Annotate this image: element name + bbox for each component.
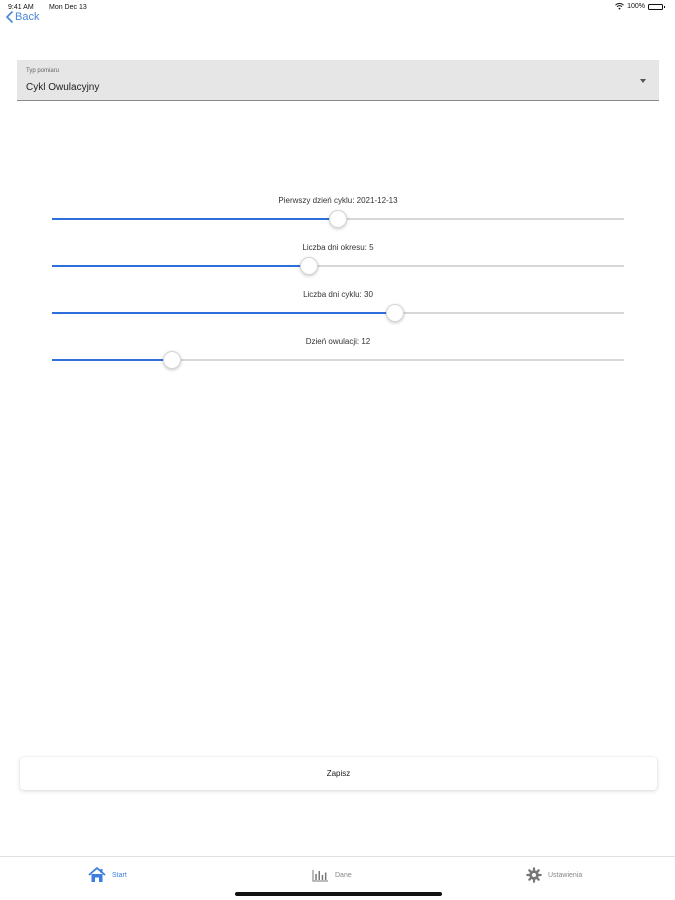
first-cycle-day-slider-block: Pierwszy dzień cyklu: 2021-12-13	[52, 196, 624, 228]
tab-ustawienia[interactable]: Ustawienia	[526, 866, 582, 884]
home-indicator	[235, 892, 442, 896]
tab-ustawienia-label: Ustawienia	[548, 871, 583, 879]
dropdown-arrow-icon	[640, 79, 646, 83]
tab-start-label: Start	[112, 871, 127, 879]
slider-fill	[52, 312, 396, 314]
status-bar: 9:41 AM Mon Dec 13 100%	[0, 0, 675, 14]
cycle-days-slider-block: Liczba dni cyklu: 30	[52, 290, 624, 322]
tab-dane[interactable]: Dane	[312, 866, 352, 884]
ovulation-day-label: Dzień owulacji: 12	[305, 337, 371, 346]
status-date: Mon Dec 13	[49, 4, 87, 11]
chevron-left-icon	[6, 11, 13, 23]
back-button[interactable]: Back	[6, 9, 39, 25]
tab-start[interactable]: Start	[88, 866, 127, 884]
slider-fill	[52, 218, 338, 220]
slider-fill	[52, 359, 173, 361]
cycle-days-slider[interactable]	[52, 304, 624, 322]
ovulation-day-slider-block: Dzień owulacji: 12	[52, 337, 624, 369]
home-icon	[88, 867, 106, 882]
back-label: Back	[15, 11, 40, 23]
measurement-type-select[interactable]: Typ pomiaru Cykl Owulacyjny	[17, 60, 659, 101]
first-cycle-day-slider[interactable]	[52, 210, 624, 228]
period-days-label: Liczba dni okresu: 5	[302, 243, 374, 252]
ovulation-day-slider[interactable]	[52, 351, 624, 369]
screen: 9:41 AM Mon Dec 13 100% Back Typ pomiaru…	[0, 0, 675, 900]
slider-thumb[interactable]	[386, 304, 405, 322]
battery-icon	[648, 3, 665, 10]
measurement-type-value: Cykl Owulacyjny	[26, 82, 100, 93]
cycle-days-label: Liczba dni cyklu: 30	[303, 290, 373, 299]
measurement-type-label: Typ pomiaru	[26, 68, 60, 74]
first-cycle-day-label: Pierwszy dzień cyklu: 2021-12-13	[278, 196, 398, 205]
tab-dane-label: Dane	[335, 871, 352, 879]
slider-fill	[52, 265, 310, 267]
bar-chart-icon	[312, 869, 328, 881]
gear-icon	[526, 867, 542, 883]
slider-thumb[interactable]	[329, 210, 347, 228]
slider-thumb[interactable]	[163, 351, 182, 369]
period-days-slider[interactable]	[52, 257, 624, 275]
slider-thumb[interactable]	[300, 257, 319, 275]
period-days-slider-block: Liczba dni okresu: 5	[52, 243, 624, 275]
status-indicators: 100%	[615, 3, 665, 10]
wifi-icon	[615, 3, 624, 10]
save-button[interactable]: Zapisz	[20, 757, 657, 790]
battery-percentage: 100%	[627, 3, 645, 10]
